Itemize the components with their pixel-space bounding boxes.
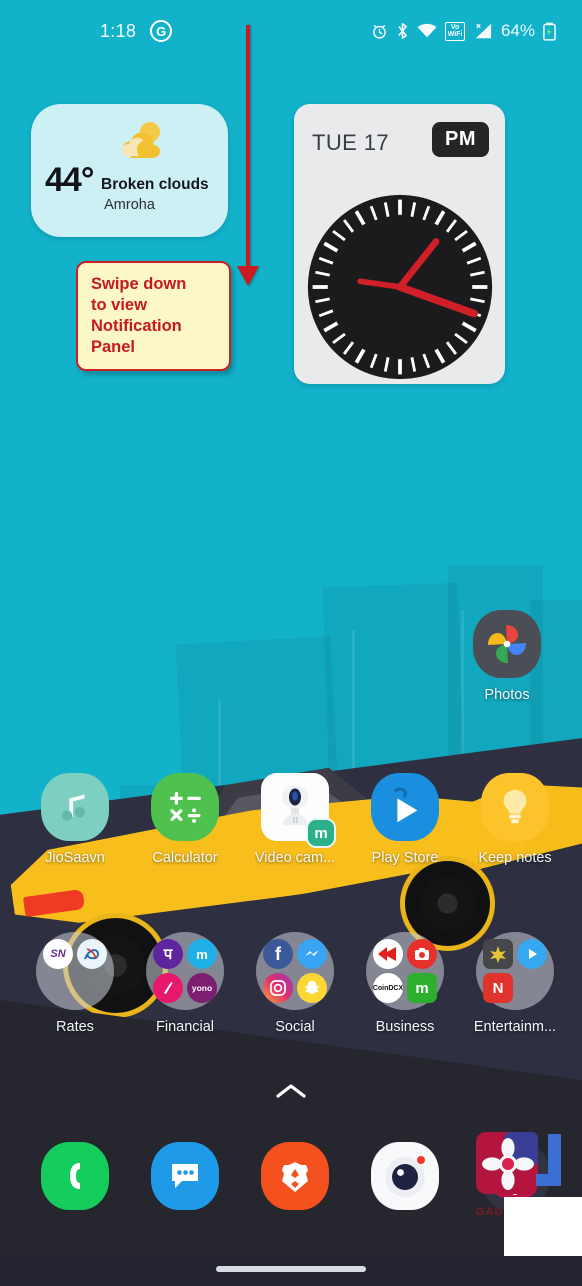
folder-preview: f [256,932,334,1010]
home-folder-row: SN Rates प m yono Financial f Social Coi… [20,932,582,1035]
annotation-arrow-shaft [246,25,250,273]
phonepe-icon: प [153,939,183,969]
annotation-text: Swipe down to view Notification Panel [91,275,187,356]
folder-preview: SN [36,932,114,1010]
folder-label: Entertainm... [473,1019,557,1035]
folder-label: Rates [56,1019,94,1035]
annotation-callout: Swipe down to view Notification Panel [76,261,231,371]
google-icon[interactable]: G [150,20,173,42]
folder-business[interactable]: CoinDCX m Business [350,932,460,1035]
camera-icon [371,1142,439,1210]
home-app-row: JioSaavn Calculator m Video cam... Play … [20,773,582,866]
clock-date: TUE 17 [312,130,389,155]
app-icon-video-camera[interactable]: m Video cam... [240,773,350,866]
camera-red-icon [407,939,437,969]
security-camera-icon: m [261,773,336,848]
weather-condition: Broken clouds [101,176,209,193]
coindcx-icon: CoinDCX [373,973,403,1003]
m-green-icon: m [407,973,437,1003]
app-label: Play Store [371,850,439,866]
calculator-operators-icon [151,773,219,841]
weather-temperature: 44° [45,161,94,199]
airtel-icon [153,973,183,1003]
analog-clock-face [307,194,493,380]
app-icon-photos[interactable]: Photos [452,610,562,703]
app-label: Calculator [152,850,218,866]
folder-rates[interactable]: SN Rates [20,932,130,1035]
swirl-icon [77,939,107,969]
vowifi-line-1: Vo [450,23,460,31]
folder-financial[interactable]: प m yono Financial [130,932,240,1035]
folder-preview: N [476,932,554,1010]
phone-icon [41,1142,109,1210]
play-store-triangle-icon [371,773,439,841]
dock-icon-brave[interactable] [240,1142,350,1219]
google-glyph: G [156,23,167,39]
navigation-bar [0,1256,582,1286]
app-icon-keep-notes[interactable]: Keep notes [460,773,570,866]
app-icon-calculator[interactable]: Calculator [130,773,240,866]
folder-label: Social [275,1019,315,1035]
bluetooth-icon [398,22,408,40]
sn-icon: SN [43,939,73,969]
folder-preview: प m yono [146,932,224,1010]
folder-social[interactable]: f Social [240,932,350,1035]
dock-icon-phone[interactable] [20,1142,130,1219]
home-gesture-pill[interactable] [216,1266,366,1272]
folder-entertainment[interactable]: N Entertainm... [460,932,570,1035]
lightbulb-icon [481,773,549,841]
netflix-n-icon: N [483,973,513,1003]
facebook-icon: f [263,939,293,969]
app-icon-play-store[interactable]: Play Store [350,773,460,866]
instagram-icon [263,973,293,1003]
vowifi-icon: Vo WiFi [445,21,465,41]
android-home-screen: 1:18 G Vo WiFi 64% 44° Broken clouds Amr… [0,0,582,1286]
wifi-icon [417,23,437,38]
dock-icon-messages[interactable] [130,1142,240,1219]
folder-label: Business [375,1019,435,1035]
clock-meridiem-badge: PM [432,122,489,157]
clock-widget[interactable]: TUE 17 PM [294,104,505,384]
weather-city: Amroha [104,197,155,213]
folder-preview: CoinDCX m [366,932,444,1010]
app-icon-jiosaavn[interactable]: JioSaavn [20,773,130,866]
play-blue-icon [517,939,547,969]
clock-time: 1:18 [100,20,137,41]
brave-browser-icon [261,1142,329,1210]
dock-icon-camera[interactable] [350,1142,460,1219]
mi-home-badge: m [306,818,336,848]
vowifi-line-2: WiFi [447,31,463,38]
alarm-icon [373,24,387,39]
paytm-icon: m [187,939,217,969]
app-label: Keep notes [478,850,552,866]
status-bar-left: 1:18 G [100,20,173,42]
app-label: Video cam... [254,850,336,866]
messages-icon [151,1142,219,1210]
app-label: Photos [484,687,530,703]
status-bar-right: Vo WiFi 64% [371,21,556,41]
snapchat-icon [297,973,327,1003]
photos-pinwheel-icon [473,610,541,678]
battery-charging-icon [543,22,556,41]
signal-icon [475,23,492,39]
chevron-red-icon [373,939,403,969]
app-label: JioSaavn [45,850,105,866]
annotation-arrow-head [237,266,259,286]
battery-percent: 64% [500,21,535,40]
messenger-icon [297,939,327,969]
status-bar: 1:18 G Vo WiFi 64% [0,0,582,62]
folder-label: Financial [155,1019,215,1035]
partly-cloudy-icon [122,122,160,158]
dark-app-icon [483,939,513,969]
weather-widget[interactable]: 44° Broken clouds Amroha [31,104,228,237]
app-drawer-chevron-up-icon[interactable] [272,1080,310,1104]
yono-icon: yono [187,973,217,1003]
jiosaavn-music-note-icon [41,773,109,841]
